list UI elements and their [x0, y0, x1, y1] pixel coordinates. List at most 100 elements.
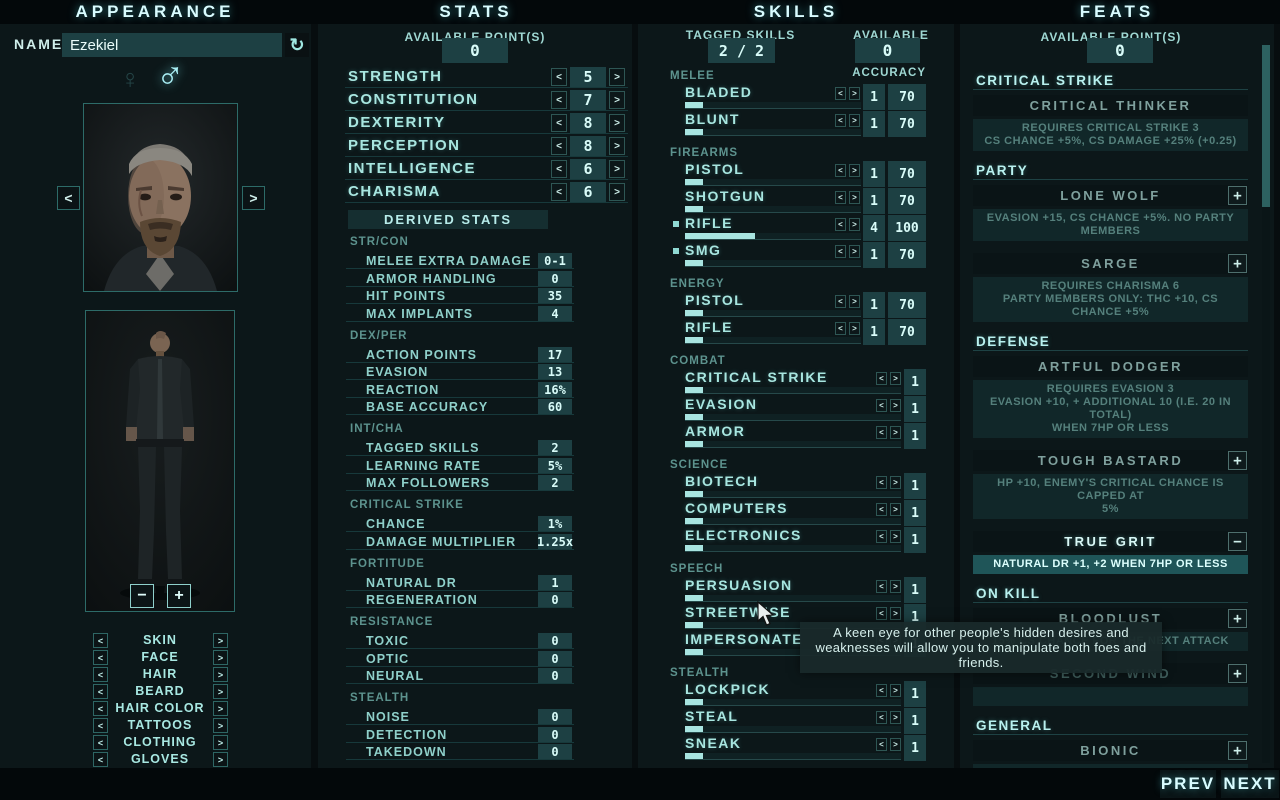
- feats-scrollbar-thumb[interactable]: [1262, 45, 1270, 207]
- selector-next-button[interactable]: >: [213, 684, 228, 699]
- skill-increase-button[interactable]: >: [849, 164, 860, 177]
- skill-increase-button[interactable]: >: [849, 218, 860, 231]
- skill-decrease-button[interactable]: <: [876, 426, 887, 439]
- skill-increase-button[interactable]: >: [890, 684, 901, 697]
- selector-next-button[interactable]: >: [213, 650, 228, 665]
- skill-decrease-button[interactable]: <: [876, 476, 887, 489]
- skill-decrease-button[interactable]: <: [835, 191, 846, 204]
- attribute-decrease-button[interactable]: <: [551, 114, 567, 132]
- skill-decrease-button[interactable]: <: [876, 372, 887, 385]
- feat-remove-button[interactable]: −: [1228, 532, 1247, 551]
- attribute-increase-button[interactable]: >: [609, 114, 625, 132]
- selector-next-button[interactable]: >: [213, 701, 228, 716]
- attribute-increase-button[interactable]: >: [609, 183, 625, 201]
- feat-add-button[interactable]: +: [1228, 609, 1247, 628]
- selector-prev-button[interactable]: <: [93, 735, 108, 750]
- attribute-increase-button[interactable]: >: [609, 160, 625, 178]
- skill-increase-button[interactable]: >: [849, 295, 860, 308]
- skill-decrease-button[interactable]: <: [835, 114, 846, 127]
- selector-next-button[interactable]: >: [213, 752, 228, 767]
- skill-decrease-button[interactable]: <: [876, 711, 887, 724]
- skill-increase-button[interactable]: >: [890, 711, 901, 724]
- feat-section: PARTYLONE WOLF+EVASION +15, CS CHANCE +5…: [960, 163, 1261, 322]
- skill-decrease-button[interactable]: <: [876, 607, 887, 620]
- selector-prev-button[interactable]: <: [93, 701, 108, 716]
- skill-decrease-button[interactable]: <: [876, 399, 887, 412]
- skill-increase-button[interactable]: >: [890, 607, 901, 620]
- feat-add-button[interactable]: +: [1228, 254, 1247, 273]
- attribute-decrease-button[interactable]: <: [551, 68, 567, 86]
- skill-increase-button[interactable]: >: [849, 191, 860, 204]
- selector-next-button[interactable]: >: [213, 633, 228, 648]
- skill-progress-fill: [685, 622, 703, 628]
- skill-decrease-button[interactable]: <: [835, 322, 846, 335]
- gender-male-button[interactable]: ♂: [156, 54, 185, 97]
- feat-description: HP +10, ENEMY'S CRITICAL CHANCE IS CAPPE…: [973, 474, 1248, 519]
- body-zoom-in-button[interactable]: +: [167, 584, 191, 608]
- attribute-decrease-button[interactable]: <: [551, 160, 567, 178]
- feat-add-button[interactable]: +: [1228, 664, 1247, 683]
- skill-increase-button[interactable]: >: [890, 426, 901, 439]
- skill-increase-button[interactable]: >: [890, 476, 901, 489]
- derived-stat-label: NOISE: [366, 710, 410, 724]
- derived-stats-groups: STR/CONMELEE EXTRA DAMAGE0-1ARMOR HANDLI…: [318, 229, 632, 762]
- derived-stat-label: LEARNING RATE: [366, 459, 481, 473]
- skill-value: 1: [904, 681, 926, 707]
- skill-progress-fill: [685, 649, 703, 655]
- feats-scrollbar-track[interactable]: [1262, 45, 1270, 763]
- attribute-decrease-button[interactable]: <: [551, 137, 567, 155]
- selector-prev-button[interactable]: <: [93, 718, 108, 733]
- feat-add-button[interactable]: +: [1228, 186, 1247, 205]
- selector-prev-button[interactable]: <: [93, 752, 108, 767]
- skill-increase-button[interactable]: >: [849, 245, 860, 258]
- derived-stat-value: 13: [538, 364, 572, 380]
- attribute-increase-button[interactable]: >: [609, 137, 625, 155]
- skill-decrease-button[interactable]: <: [876, 530, 887, 543]
- derived-stat-value: 1: [538, 575, 572, 591]
- selector-prev-button[interactable]: <: [93, 633, 108, 648]
- skill-increase-button[interactable]: >: [890, 372, 901, 385]
- skill-increase-button[interactable]: >: [890, 738, 901, 751]
- feat-section-label: CRITICAL STRIKE: [973, 73, 1248, 90]
- feat-add-button[interactable]: +: [1228, 451, 1247, 470]
- skill-decrease-button[interactable]: <: [876, 580, 887, 593]
- attribute-increase-button[interactable]: >: [609, 91, 625, 109]
- skill-increase-button[interactable]: >: [849, 114, 860, 127]
- selector-next-button[interactable]: >: [213, 735, 228, 750]
- skill-decrease-button[interactable]: <: [835, 218, 846, 231]
- skill-decrease-button[interactable]: <: [876, 684, 887, 697]
- skill-increase-button[interactable]: >: [849, 322, 860, 335]
- skill-increase-button[interactable]: >: [890, 530, 901, 543]
- skill-decrease-button[interactable]: <: [835, 164, 846, 177]
- skill-increase-button[interactable]: >: [890, 503, 901, 516]
- skill-increase-button[interactable]: >: [849, 87, 860, 100]
- portrait-prev-button[interactable]: <: [57, 186, 80, 210]
- skill-decrease-button[interactable]: <: [835, 87, 846, 100]
- skill-decrease-button[interactable]: <: [835, 295, 846, 308]
- skill-decrease-button[interactable]: <: [835, 245, 846, 258]
- selector-prev-button[interactable]: <: [93, 684, 108, 699]
- attribute-increase-button[interactable]: >: [609, 68, 625, 86]
- skill-increase-button[interactable]: >: [890, 399, 901, 412]
- next-button[interactable]: NEXT: [1221, 770, 1279, 798]
- selector-next-button[interactable]: >: [213, 718, 228, 733]
- prev-button[interactable]: PREV: [1160, 770, 1216, 798]
- feat-add-button[interactable]: +: [1228, 741, 1247, 760]
- gender-female-button[interactable]: ♀: [120, 64, 140, 95]
- attribute-decrease-button[interactable]: <: [551, 91, 567, 109]
- skill-decrease-button[interactable]: <: [876, 738, 887, 751]
- selector-next-button[interactable]: >: [213, 667, 228, 682]
- attribute-decrease-button[interactable]: <: [551, 183, 567, 201]
- skill-decrease-button[interactable]: <: [876, 503, 887, 516]
- body-zoom-out-button[interactable]: −: [130, 584, 154, 608]
- skill-controls: <>1: [876, 527, 926, 553]
- attribute-label: INTELLIGENCE: [348, 160, 476, 177]
- randomize-name-button[interactable]: ↻: [285, 33, 309, 57]
- feat-section: GENERALBIONIC+CON IMPLANTS REQUIREMENTS …: [960, 718, 1261, 768]
- skill-increase-button[interactable]: >: [890, 580, 901, 593]
- selector-prev-button[interactable]: <: [93, 667, 108, 682]
- selector-prev-button[interactable]: <: [93, 650, 108, 665]
- skill-controls: <>1: [876, 577, 926, 603]
- feat-item: TOUGH BASTARD+HP +10, ENEMY'S CRITICAL C…: [973, 450, 1248, 519]
- portrait-next-button[interactable]: >: [242, 186, 265, 210]
